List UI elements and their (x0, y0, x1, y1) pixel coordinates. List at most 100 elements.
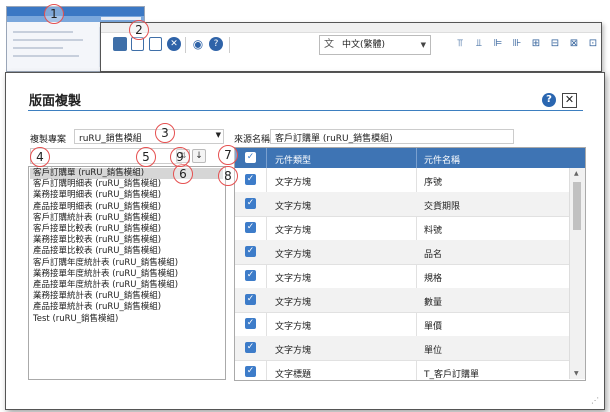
close-icon[interactable]: ✕ (562, 93, 577, 108)
table-row[interactable]: ✓ 文字方塊 品名 (235, 240, 569, 265)
component-type-cell: 文字方塊 (275, 322, 312, 332)
component-type-cell: 文字方塊 (275, 250, 312, 260)
row-checkbox[interactable]: ✓ (245, 294, 256, 305)
callout-marker: 1 (44, 4, 64, 24)
scrollbar-thumb[interactable] (573, 182, 581, 230)
align-center-icon[interactable]: ⊞ (529, 37, 543, 51)
source-label: 來源名稱 (234, 135, 271, 145)
row-checkbox[interactable]: ✓ (245, 318, 256, 329)
table-row[interactable]: ✓ 文字方塊 序號 (235, 168, 569, 193)
list-item[interactable]: 客戶訂購單 (ruRU_銷售模組) (30, 168, 223, 179)
copy-layout-icon[interactable] (113, 37, 127, 51)
callout-marker: 3 (155, 123, 175, 143)
project-select[interactable]: ruRU_銷售模組 ▼ (74, 129, 224, 144)
row-checkbox[interactable]: ✓ (245, 270, 256, 281)
row-checkbox[interactable]: ✓ (245, 222, 256, 233)
save-icon[interactable] (149, 37, 162, 51)
chevron-down-icon: ▼ (420, 41, 426, 49)
row-checkbox[interactable]: ✓ (245, 342, 256, 353)
language-value: 中文(繁體) (342, 40, 386, 50)
grid-scrollbar[interactable]: ▲ ▼ (569, 168, 585, 379)
resize-grip-icon[interactable]: ⋰ (591, 396, 599, 405)
project-label: 複製專案 (30, 135, 67, 145)
language-select[interactable]: 文 中文(繁體) ▼ (319, 35, 431, 55)
list-item[interactable]: 產品接單比較表 (ruRU_銷售模組) (30, 246, 223, 257)
component-name-cell: 品名 (424, 250, 443, 260)
move-down-button[interactable]: ↓ (192, 149, 206, 163)
callout-marker: 5 (136, 147, 156, 167)
list-item[interactable]: 產品接單明細表 (ruRU_銷售模組) (30, 202, 223, 213)
grid-header: ✓ 元件類型 元件名稱 (235, 148, 585, 168)
component-name-cell: 單位 (424, 346, 443, 356)
layout-list[interactable]: 客戶訂購單 (ruRU_銷售模組) 客戶訂購明細表 (ruRU_銷售模組) 業務接單… (28, 166, 226, 380)
list-item[interactable]: 產品接單統計表 (ruRU_銷售模組) (30, 302, 223, 313)
table-row[interactable]: ✓ 文字方塊 料號 (235, 216, 569, 241)
callout-marker: 6 (173, 164, 193, 184)
component-name-cell: 單價 (424, 322, 443, 332)
callout-marker: 8 (218, 166, 238, 186)
toolbar-strip: ✕ ◉ ? 文 中文(繁體) ▼ ⫪ ⫫ ⊫ ⊪ ⊞ ⊟ ⊠ ⊡ (100, 22, 602, 72)
list-item[interactable]: 客戶訂購明細表 (ruRU_銷售模組) (30, 179, 223, 190)
row-checkbox[interactable]: ✓ (245, 366, 256, 377)
row-checkbox[interactable]: ✓ (245, 246, 256, 257)
layout-copy-dialog: 版面複製 ? ✕ 複製專案 ruRU_銷售模組 ▼ 來源名稱 客戶訂購單 (ru… (5, 72, 605, 410)
thumbnail-titlebar (7, 7, 144, 16)
search-input[interactable] (30, 148, 182, 164)
table-row[interactable]: ✓ 文字方塊 單價 (235, 312, 569, 337)
table-row[interactable]: ✓ 文字方塊 交貨期限 (235, 192, 569, 217)
component-type-cell: 文字方塊 (275, 274, 312, 284)
help-icon[interactable]: ? (209, 37, 223, 51)
align-left-icon[interactable]: ⊫ (491, 37, 505, 51)
list-item[interactable]: 業務接單統計表 (ruRU_銷售模組) (30, 291, 223, 302)
delete-icon[interactable]: ✕ (167, 37, 181, 51)
component-type-cell: 文字方塊 (275, 178, 312, 188)
scroll-up-icon[interactable]: ▲ (574, 170, 579, 177)
list-item[interactable]: 業務接單年度統計表 (ruRU_銷售模組) (30, 269, 223, 280)
select-all-checkbox[interactable]: ✓ (245, 152, 256, 163)
list-item[interactable]: 產品接單年度統計表 (ruRU_銷售模組) (30, 280, 223, 291)
table-row[interactable]: ✓ 文字方塊 單位 (235, 336, 569, 361)
title-divider (28, 110, 583, 111)
component-name-cell: T_客戶訂購單 (424, 370, 479, 380)
component-name-cell: 數量 (424, 298, 443, 308)
project-value: ruRU_銷售模組 (79, 134, 142, 144)
component-name-cell: 料號 (424, 226, 443, 236)
dialog-title: 版面複製 (29, 94, 82, 109)
callout-marker: 7 (218, 145, 238, 165)
table-row[interactable]: ✓ 文字方塊 數量 (235, 288, 569, 313)
align-bottom-icon[interactable]: ⫫ (472, 37, 486, 51)
component-name-cell: 交貨期限 (424, 202, 461, 212)
component-type-cell: 文字方塊 (275, 346, 312, 356)
list-item[interactable]: 客戶訂購統計表 (ruRU_銷售模組) (30, 213, 223, 224)
row-checkbox[interactable]: ✓ (245, 198, 256, 209)
preview-icon[interactable]: ◉ (191, 37, 205, 51)
column-header-type: 元件類型 (275, 156, 312, 166)
list-item[interactable]: 客戶接單比較表 (ruRU_銷售模組) (30, 224, 223, 235)
component-name-cell: 序號 (424, 178, 443, 188)
column-header-name: 元件名稱 (424, 156, 461, 166)
callout-marker: 9 (170, 147, 190, 167)
align-right-icon[interactable]: ⊪ (510, 37, 524, 51)
row-checkbox[interactable]: ✓ (245, 174, 256, 185)
chevron-down-icon: ▼ (215, 131, 221, 139)
align-top-icon[interactable]: ⫪ (453, 37, 467, 51)
table-row[interactable]: ✓ 文字方塊 規格 (235, 264, 569, 289)
component-type-cell: 文字方塊 (275, 202, 312, 212)
callout-marker: 4 (30, 147, 50, 167)
align-middle-icon[interactable]: ⊟ (548, 37, 562, 51)
list-item[interactable]: 業務接單比較表 (ruRU_銷售模組) (30, 235, 223, 246)
scroll-down-icon[interactable]: ▼ (574, 370, 579, 377)
component-grid: ✓ 元件類型 元件名稱 ✓ 文字方塊 序號 ✓ 文字方塊 交貨期限 ✓ 文字方塊 料號 ✓ 文字方塊… (234, 147, 586, 381)
list-item[interactable]: 業務接單明細表 (ruRU_銷售模組) (30, 190, 223, 201)
table-row[interactable]: ✓ 文字標題 T_客戶訂購單 (235, 360, 569, 380)
component-type-cell: 文字方塊 (275, 298, 312, 308)
list-item[interactable]: Test (ruRU_銷售模組) (30, 314, 223, 325)
language-icon: 文 (324, 39, 334, 50)
distribute-horizontal-icon[interactable]: ⊠ (567, 37, 581, 51)
list-item[interactable]: 客戶訂購年度統計表 (ruRU_銷售模組) (30, 258, 223, 269)
source-name-field: 客戶訂購單 (ruRU_銷售模組) (270, 129, 514, 144)
distribute-vertical-icon[interactable]: ⊡ (586, 37, 600, 51)
component-type-cell: 文字標題 (275, 370, 312, 380)
help-icon[interactable]: ? (542, 93, 556, 107)
callout-marker: 2 (129, 20, 149, 40)
